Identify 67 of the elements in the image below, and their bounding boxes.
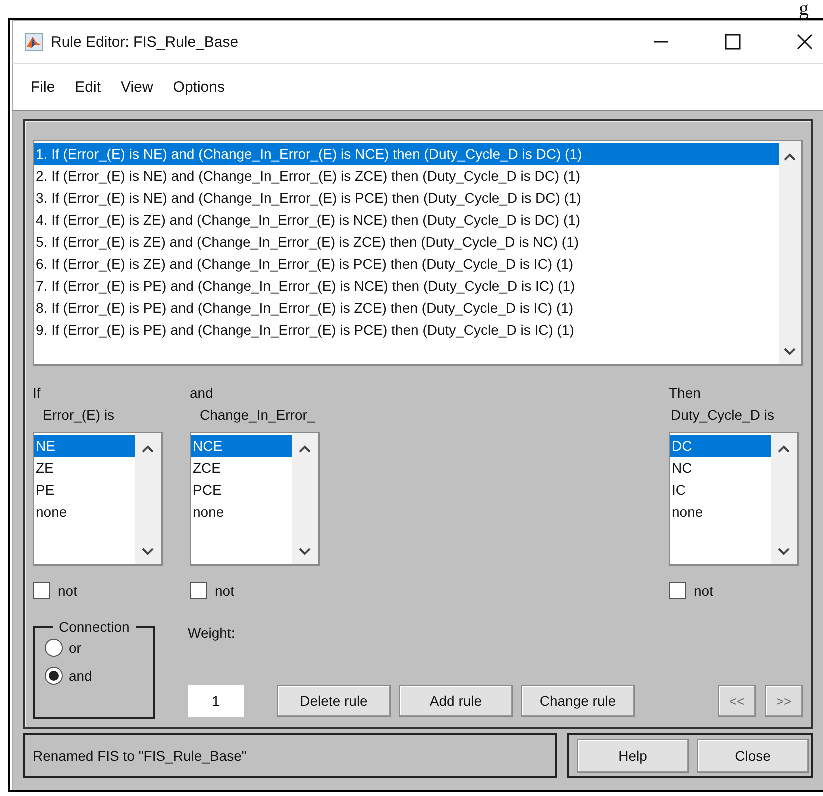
menu-item[interactable]: View	[121, 78, 154, 96]
term-item[interactable]: NC	[670, 457, 771, 479]
change-rule-button[interactable]: Change rule	[521, 685, 635, 717]
variable-label: Duty_Cycle_D is	[671, 406, 774, 425]
term-item[interactable]: ZE	[34, 457, 135, 479]
variable-label: Error_(E) is	[43, 406, 115, 425]
rule-list[interactable]	[33, 140, 803, 366]
menu-item[interactable]: Options	[173, 78, 225, 96]
help-button[interactable]: Help	[577, 738, 689, 772]
page-text-fragment: g	[799, 0, 809, 18]
scroll-down-icon[interactable]	[784, 348, 796, 356]
not-checkbox[interactable]	[190, 582, 207, 599]
rule-item[interactable]: 9. If (Error_(E) is PE) and (Change_In_Error_(E) is PCE) then (Duty_Cycle_D is IC) (1)	[34, 319, 779, 341]
term-list[interactable]: DC NC IC none	[669, 432, 799, 566]
scroll-up-icon[interactable]	[142, 445, 154, 453]
variable-label: Change_In_Error_	[200, 406, 316, 425]
status-message: Renamed FIS to "FIS_Rule_Base"	[23, 733, 557, 778]
rule-item[interactable]: 1. If (Error_(E) is NE) and (Change_In_Error_(E) is NCE) then (Duty_Cycle_D is DC) (1)	[34, 143, 779, 165]
add-rule-button[interactable]: Add rule	[399, 685, 513, 717]
rule-item[interactable]: 3. If (Error_(E) is NE) and (Change_In_Error_(E) is PCE) then (Duty_Cycle_D is DC) (1)	[34, 187, 779, 209]
radio-button[interactable]	[45, 639, 63, 657]
close-button[interactable]: Close	[697, 738, 809, 772]
radio-button[interactable]	[45, 667, 63, 685]
menu-item[interactable]: File	[31, 78, 56, 96]
window-title: Rule Editor: FIS_Rule_Base	[51, 34, 240, 50]
menu-item[interactable]: Edit	[75, 78, 102, 96]
peak-icon	[25, 33, 43, 51]
term-item[interactable]: none	[34, 501, 135, 523]
radio-label: and	[69, 668, 92, 684]
rule-item[interactable]: 8. If (Error_(E) is PE) and (Change_In_Error_(E) is ZCE) then (Duty_Cycle_D is IC) (1)	[34, 297, 779, 319]
scroll-up-icon[interactable]	[778, 445, 790, 453]
term-item[interactable]: DC	[670, 435, 771, 457]
close-icon[interactable]	[797, 34, 813, 50]
rule-item[interactable]: 5. If (Error_(E) is ZE) and (Change_In_Error_(E) is ZCE) then (Duty_Cycle_D is NC) (1)	[34, 231, 779, 253]
rule-item[interactable]: 6. If (Error_(E) is ZE) and (Change_In_Error_(E) is PCE) then (Duty_Cycle_D is IC) (1)	[34, 253, 779, 275]
rule-item[interactable]: 2. If (Error_(E) is NE) and (Change_In_Error_(E) is ZCE) then (Duty_Cycle_D is DC) (1)	[34, 165, 779, 187]
term-item[interactable]: NCE	[191, 435, 292, 457]
checkbox-label: not	[215, 582, 234, 598]
weight-label: Weight:	[188, 625, 236, 641]
column-label: and	[190, 384, 214, 403]
column-label: If	[33, 384, 41, 403]
group-title: Connection	[58, 619, 131, 635]
term-item[interactable]: PCE	[191, 479, 292, 501]
term-item[interactable]: PE	[34, 479, 135, 501]
term-item[interactable]: none	[670, 501, 771, 523]
term-list[interactable]: NCE ZCE PCE none	[190, 432, 320, 566]
term-item[interactable]: ZCE	[191, 457, 292, 479]
term-item[interactable]: IC	[670, 479, 771, 501]
checkbox-label: not	[58, 582, 78, 598]
checkbox-label: not	[694, 582, 714, 598]
rule-item[interactable]: 4. If (Error_(E) is ZE) and (Change_In_Error_(E) is NCE) then (Duty_Cycle_D is DC) (1)	[34, 209, 779, 231]
scroll-down-icon[interactable]	[778, 548, 790, 556]
term-item[interactable]: NE	[34, 435, 135, 457]
term-item[interactable]: none	[191, 501, 292, 523]
scroll-down-icon[interactable]	[299, 548, 311, 556]
scroll-down-icon[interactable]	[142, 548, 154, 556]
delete-rule-button[interactable]: Delete rule	[277, 685, 391, 717]
term-list[interactable]: NE ZE PE none	[33, 432, 163, 566]
radio-label: or	[69, 640, 82, 656]
maximize-icon[interactable]	[725, 34, 741, 50]
scroll-up-icon[interactable]	[299, 445, 311, 453]
weight-field[interactable]: 1	[188, 685, 244, 717]
rule-item[interactable]: 7. If (Error_(E) is PE) and (Change_In_Error_(E) is NCE) then (Duty_Cycle_D is IC) (1)	[34, 275, 779, 297]
scroll-up-icon[interactable]	[784, 153, 796, 161]
column-label: Then	[669, 384, 701, 403]
not-checkbox[interactable]	[669, 582, 686, 599]
not-checkbox[interactable]	[33, 582, 50, 599]
